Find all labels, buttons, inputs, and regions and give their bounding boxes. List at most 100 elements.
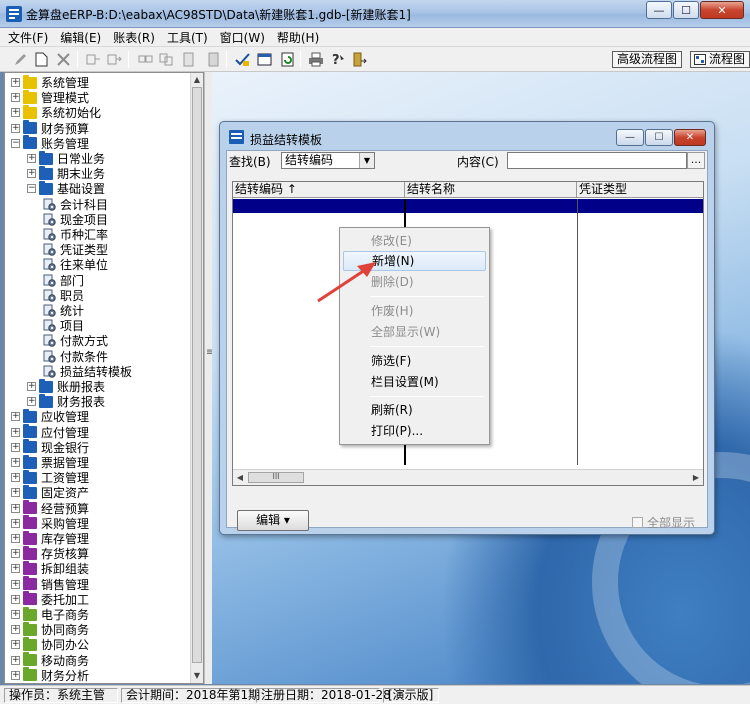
menu-window[interactable]: 窗口(W) [214,29,271,46]
tree-scrollbar[interactable]: ▲ ▼ [190,73,203,683]
tree-item[interactable]: + 库存管理 [11,530,89,546]
tree-item[interactable]: + 系统初始化 [11,104,101,120]
tree-item[interactable]: + 票据管理 [11,454,89,470]
new-document-icon[interactable] [33,51,50,68]
ctx-modify[interactable]: 修改(E) [343,231,486,251]
tree-item[interactable]: + 采购管理 [11,515,89,531]
tree-item[interactable]: + 拆卸组装 [11,560,89,576]
exit-icon[interactable] [351,51,368,68]
scroll-down-icon[interactable]: ▼ [192,670,202,682]
dialog-maximize-button[interactable]: ☐ [645,129,673,146]
tree-item[interactable]: + 销售管理 [11,576,89,592]
link-icon[interactable] [137,51,154,68]
scroll-left-icon[interactable]: ◀ [234,472,246,484]
tree-item[interactable]: + 协同办公 [11,636,89,652]
export-icon[interactable] [106,51,123,68]
help-icon[interactable]: ? [329,51,346,68]
edit-pen-icon[interactable] [12,51,29,68]
expand-icon[interactable]: + [11,458,20,467]
expand-icon[interactable]: + [11,427,20,437]
tree-item[interactable]: + 协同商务 [11,621,89,637]
attach-icon[interactable] [205,51,222,68]
col-header-transfer-name[interactable]: 结转名称 [405,182,577,198]
expand-icon[interactable]: + [27,397,36,407]
expand-icon[interactable]: + [11,518,20,528]
tree-item[interactable]: 现金项目 [43,212,108,227]
expand-icon[interactable]: + [11,549,20,559]
tree-item[interactable]: + 应付管理 [11,424,89,440]
expand-icon[interactable]: + [11,108,20,118]
tree-item[interactable]: 往来单位 [43,257,108,272]
tree-item[interactable]: + 委托加工 [11,591,89,607]
tree-item[interactable]: + 财务报表 [27,393,105,409]
expand-icon[interactable]: + [11,670,20,680]
printer-icon[interactable] [307,51,324,68]
col-header-transfer-code[interactable]: 结转编码 ↑ [233,182,405,198]
grid-hscrollbar[interactable]: ◀ III ▶ [233,469,703,485]
search-field-select[interactable]: 结转编码 ▼ [281,152,375,169]
menu-file[interactable]: 文件(F) [0,29,54,46]
flowchart-button[interactable]: 流程图 [690,51,750,68]
tree-item[interactable]: 职员 [43,288,84,303]
collapse-icon[interactable]: − [27,184,36,194]
ctx-show-all[interactable]: 全部显示(W) [343,322,486,342]
tree-item[interactable]: + 工资管理 [11,469,89,485]
tree-item[interactable]: 损益结转模板 [43,364,132,379]
menu-help[interactable]: 帮助(H) [271,29,325,46]
content-input[interactable] [507,152,687,169]
window-list-icon[interactable] [256,51,273,68]
tree-item[interactable]: 凭证类型 [43,242,108,257]
delete-x-icon[interactable] [55,51,72,68]
tree-item[interactable]: + 账册报表 [27,378,105,394]
menu-reports[interactable]: 账表(R) [107,29,161,46]
expand-icon[interactable]: + [11,412,20,422]
expand-icon[interactable]: + [11,640,20,650]
tree-item[interactable]: + 存货核算 [11,545,89,561]
tree-item[interactable]: + 日常业务 [27,150,105,166]
ctx-filter[interactable]: 筛选(F) [343,351,486,371]
tree-scroll-thumb[interactable] [192,87,202,663]
scroll-up-icon[interactable]: ▲ [192,74,202,86]
ctx-refresh[interactable]: 刷新(R) [343,400,486,420]
maximize-button[interactable]: ☐ [673,1,699,19]
tree-item[interactable]: + 电子商务 [11,606,89,622]
tree-item[interactable]: 统计 [43,303,84,318]
scroll-right-icon[interactable]: ▶ [690,472,702,484]
expand-icon[interactable]: + [27,154,36,163]
expand-icon[interactable]: + [11,655,20,665]
selected-row[interactable] [233,199,703,213]
show-all-checkbox[interactable]: 全部显示 [631,514,695,531]
menu-edit[interactable]: 编辑(E) [54,29,107,46]
tree-item[interactable]: + 移动商务 [11,652,89,668]
advanced-flowchart-button[interactable]: 高级流程图 [612,51,683,68]
tree-item[interactable]: + 现金银行 [11,439,89,455]
chevron-down-icon[interactable]: ▼ [359,153,374,168]
close-button[interactable]: ✕ [700,1,744,19]
expand-icon[interactable]: + [11,610,20,619]
tree-item[interactable]: 项目 [43,318,84,333]
refresh-icon[interactable] [279,51,296,68]
ctx-print[interactable]: 打印(P)... [343,421,486,441]
collapse-icon[interactable]: − [11,138,20,148]
tree-item[interactable]: 会计科目 [43,197,108,212]
expand-icon[interactable]: + [11,625,20,635]
expand-icon[interactable]: + [11,93,20,103]
tree-item[interactable]: + 财务预算 [11,120,89,136]
expand-icon[interactable]: + [27,169,36,179]
copy-icon[interactable] [158,51,175,68]
tree-item[interactable]: 付款方式 [43,333,108,348]
tree-item[interactable]: + 经营预算 [11,500,89,516]
dialog-minimize-button[interactable]: — [616,129,644,146]
tree-item[interactable]: + 财务分析 [11,667,89,683]
edit-dropdown-button[interactable]: 编辑 ▾ [237,510,309,531]
expand-icon[interactable]: + [11,534,20,543]
menu-tools[interactable]: 工具(T) [161,29,214,46]
tree-item[interactable]: + 系统管理 [11,74,89,90]
tree-item[interactable]: 部门 [43,273,84,288]
expand-icon[interactable]: + [11,579,20,589]
browse-button[interactable]: ... [687,152,705,169]
tree-item[interactable]: + 期末业务 [27,165,105,181]
expand-icon[interactable]: + [11,473,20,483]
expand-icon[interactable]: + [11,594,20,604]
tree-item[interactable]: − 账务管理 [11,135,89,151]
